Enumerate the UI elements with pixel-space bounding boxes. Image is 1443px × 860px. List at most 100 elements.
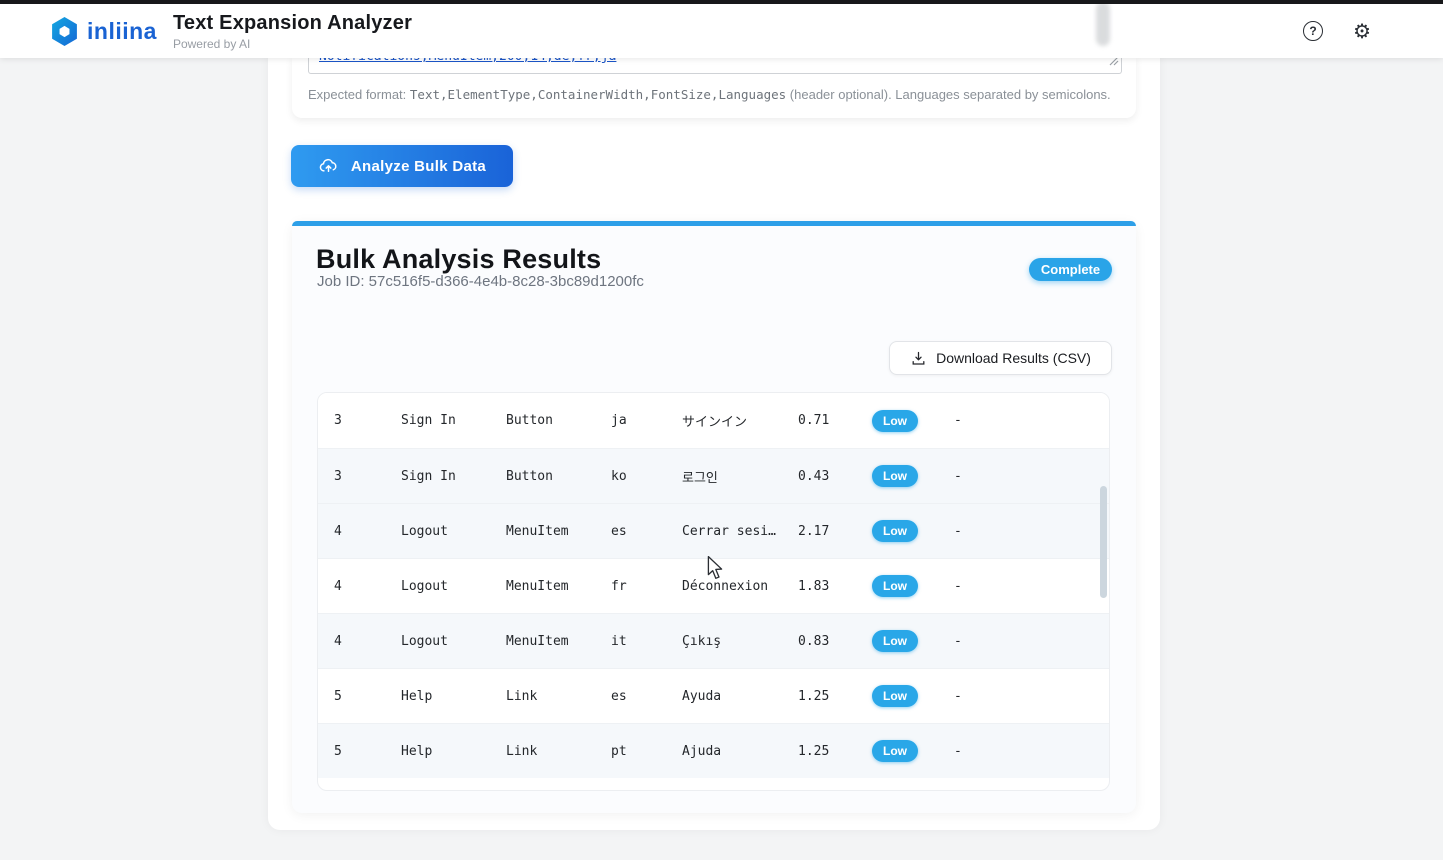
bulk-data-textarea[interactable]: Notifications,MenuItem,200,14,de;fr;ja (308, 56, 1122, 74)
cell-translation: Çıkış (682, 634, 798, 649)
cell-source-text: Help (401, 744, 506, 759)
table-row[interactable]: 4 Logout MenuItem fr Déconnexion 1.83 Lo… (318, 558, 1109, 613)
analyze-button-label: Analyze Bulk Data (351, 158, 486, 175)
cell-row-id: 4 (334, 634, 401, 649)
cell-row-id: 3 (334, 413, 401, 428)
download-results-button[interactable]: Download Results (CSV) (889, 341, 1112, 375)
cell-language: it (611, 634, 682, 649)
table-row[interactable]: 4 Logout MenuItem it Çıkış 0.83 Low - (318, 613, 1109, 668)
cell-expansion-ratio: 0.71 (798, 413, 872, 428)
cell-translation: サインイン (682, 411, 798, 430)
cell-source-text: Logout (401, 579, 506, 594)
cell-row-id: 5 (334, 689, 401, 704)
app-root: Notifications,MenuItem,200,14,de;fr;ja E… (0, 0, 1443, 860)
risk-badge: Low (872, 520, 918, 542)
bulk-input-card: Notifications,MenuItem,200,14,de;fr;ja E… (292, 56, 1136, 118)
cell-expansion-ratio: 0.83 (798, 634, 872, 649)
cell-element-type: MenuItem (506, 524, 611, 539)
table-row[interactable]: 5 Help Link es Ayuda 1.25 Low - (318, 668, 1109, 723)
cell-row-id: 3 (334, 469, 401, 484)
status-badge: Complete (1029, 258, 1112, 281)
cell-overflow: - (954, 634, 1109, 649)
title-block: Text Expansion Analyzer Powered by AI (173, 12, 412, 51)
cell-element-type: Button (506, 413, 611, 428)
cell-element-type: MenuItem (506, 579, 611, 594)
cell-language: fr (611, 579, 682, 594)
cell-expansion-ratio: 0.43 (798, 469, 872, 484)
cell-source-text: Sign In (401, 413, 506, 428)
risk-badge: Low (872, 410, 918, 432)
table-row[interactable]: 4 Logout MenuItem es Cerrar sesi… 2.17 L… (318, 503, 1109, 558)
cell-element-type: MenuItem (506, 634, 611, 649)
page-title: Text Expansion Analyzer (173, 12, 412, 35)
cell-expansion-ratio: 1.83 (798, 579, 872, 594)
bulk-results-card: Bulk Analysis Results Job ID: 57c516f5-d… (292, 221, 1136, 813)
cell-language: ko (611, 469, 682, 484)
results-job-id: Job ID: 57c516f5-d366-4e4b-8c28-3bc89d12… (317, 273, 644, 290)
cell-expansion-ratio: 1.25 (798, 689, 872, 704)
cell-overflow: - (954, 689, 1109, 704)
cell-translation: Déconnexion (682, 579, 798, 594)
cell-language: ja (611, 413, 682, 428)
cell-element-type: Link (506, 744, 611, 759)
cell-translation: Cerrar sesi… (682, 524, 798, 539)
cell-element-type: Button (506, 469, 611, 484)
textarea-scrollbar-ghost (1096, 2, 1110, 46)
risk-badge: Low (872, 685, 918, 707)
cell-risk: Low (872, 630, 954, 652)
header-actions: ? ⚙ (1303, 4, 1371, 58)
download-icon (910, 350, 927, 367)
cell-translation: Ayuda (682, 689, 798, 704)
brand-name: inliina (87, 18, 157, 45)
cell-risk: Low (872, 575, 954, 597)
results-table: 3 Sign In Button ja サインイン 0.71 Low - 3 S… (317, 392, 1110, 791)
cloud-upload-icon (318, 156, 339, 177)
analyze-bulk-data-button[interactable]: Analyze Bulk Data (291, 145, 513, 187)
window-top-edge (0, 0, 1443, 4)
cell-element-type: Link (506, 689, 611, 704)
format-hint-suffix: (header optional). Languages separated b… (786, 87, 1111, 102)
cell-source-text: Help (401, 689, 506, 704)
table-row[interactable]: 3 Sign In Button ja サインイン 0.71 Low - (318, 393, 1109, 448)
cell-source-text: Sign In (401, 469, 506, 484)
cell-overflow: - (954, 744, 1109, 759)
cell-language: es (611, 524, 682, 539)
card-accent-bar (292, 221, 1136, 226)
table-row[interactable]: 3 Sign In Button ko 로그인 0.43 Low - (318, 448, 1109, 503)
risk-badge: Low (872, 740, 918, 762)
brand-logo: inliina (50, 16, 157, 47)
cell-row-id: 4 (334, 579, 401, 594)
format-hint-code: Text,ElementType,ContainerWidth,FontSize… (410, 87, 786, 102)
cell-source-text: Logout (401, 524, 506, 539)
gear-icon[interactable]: ⚙ (1353, 21, 1371, 41)
cell-translation: 로그인 (682, 467, 798, 486)
results-title: Bulk Analysis Results (316, 244, 601, 275)
risk-badge: Low (872, 630, 918, 652)
cell-overflow: - (954, 413, 1109, 428)
download-button-label: Download Results (CSV) (936, 350, 1091, 366)
cell-risk: Low (872, 740, 954, 762)
cell-language: es (611, 689, 682, 704)
cell-expansion-ratio: 2.17 (798, 524, 872, 539)
table-scrollbar-thumb[interactable] (1100, 486, 1107, 598)
cell-overflow: - (954, 469, 1109, 484)
format-hint: Expected format: Text,ElementType,Contai… (308, 87, 1111, 102)
cell-risk: Low (872, 685, 954, 707)
table-row[interactable]: 5 Help Link pt Ajuda 1.25 Low - (318, 723, 1109, 778)
risk-badge: Low (872, 575, 918, 597)
app-header: inliina Text Expansion Analyzer Powered … (0, 4, 1443, 58)
cell-translation: Ajuda (682, 744, 798, 759)
hexagon-icon (50, 16, 79, 47)
cell-risk: Low (872, 520, 954, 542)
cell-row-id: 5 (334, 744, 401, 759)
cell-expansion-ratio: 1.25 (798, 744, 872, 759)
cell-source-text: Logout (401, 634, 506, 649)
format-hint-prefix: Expected format: (308, 87, 410, 102)
textarea-resize-handle[interactable] (1109, 56, 1119, 71)
cell-overflow: - (954, 524, 1109, 539)
risk-badge: Low (872, 465, 918, 487)
cell-language: pt (611, 744, 682, 759)
page-subtitle: Powered by AI (173, 37, 412, 51)
results-table-body: 3 Sign In Button ja サインイン 0.71 Low - 3 S… (318, 393, 1109, 778)
help-icon[interactable]: ? (1303, 21, 1323, 41)
